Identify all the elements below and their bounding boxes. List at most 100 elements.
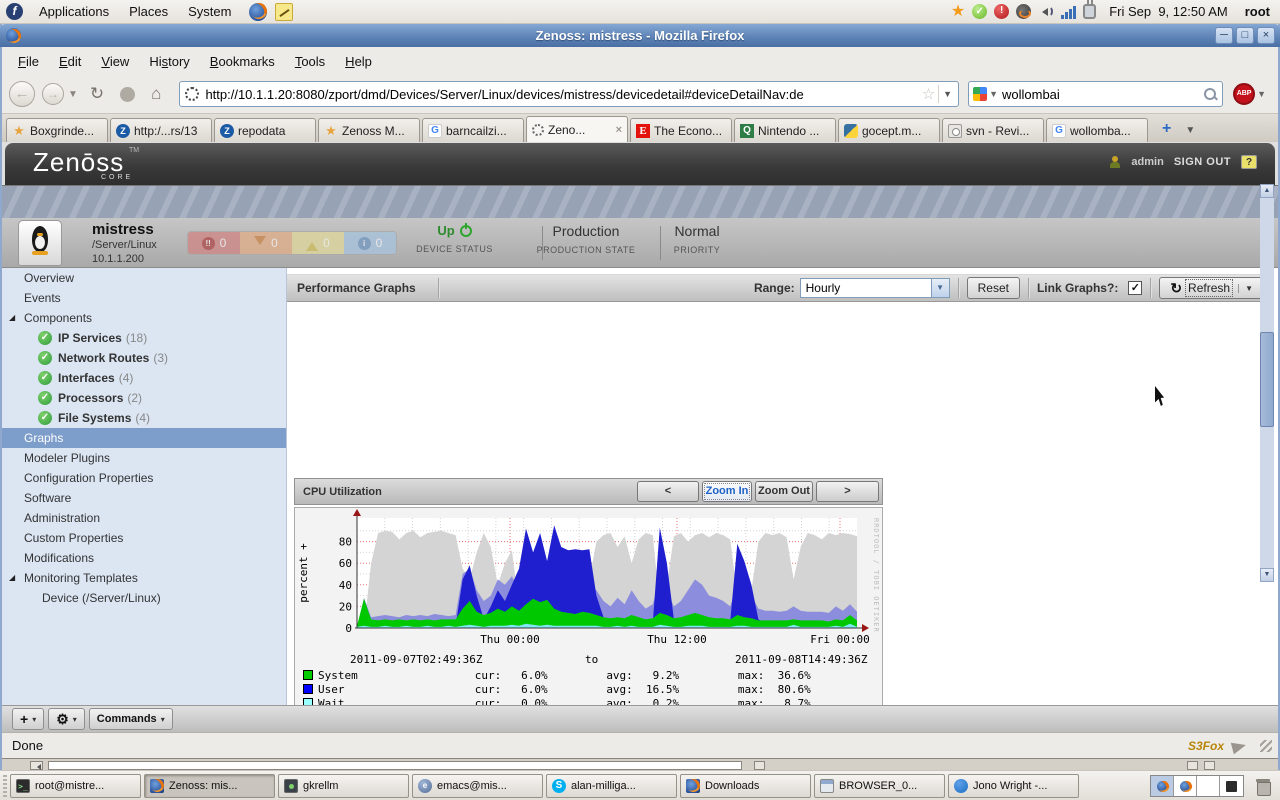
tab-boxgrinde-[interactable]: ★Boxgrinde... — [6, 118, 108, 142]
reset-button[interactable]: Reset — [967, 277, 1020, 299]
taskbar-root-mistre-[interactable]: >_root@mistre... — [10, 774, 141, 798]
s3fox-label[interactable]: S3Fox — [1188, 739, 1224, 753]
sidebar-item-graphs[interactable]: Graphs — [2, 428, 286, 448]
taskbar-jono-wright-[interactable]: Jono Wright -... — [948, 774, 1079, 798]
history-chevron-icon[interactable]: ▼ — [68, 89, 78, 100]
menu-help[interactable]: Help — [335, 50, 382, 73]
workspace-switcher[interactable] — [1150, 775, 1244, 797]
back-button[interactable]: ← — [9, 81, 35, 107]
sidebar-item-device-server-linux-[interactable]: Device (/Server/Linux) — [2, 588, 286, 608]
taskbar-browser-0-[interactable]: BROWSER_0... — [814, 774, 945, 798]
sidebar-item-file-systems[interactable]: ✓File Systems(4) — [2, 408, 286, 428]
tab-zeno-[interactable]: Zeno...× — [526, 116, 628, 142]
event-badge-info[interactable]: i0 — [344, 232, 396, 254]
menu-history[interactable]: History — [139, 50, 199, 73]
sidebar-item-software[interactable]: Software — [2, 488, 286, 508]
tab-repodata[interactable]: Zrepodata — [214, 118, 316, 142]
adblock-control[interactable]: ABP ▼ — [1223, 83, 1278, 105]
tab-close-icon[interactable]: × — [613, 124, 622, 136]
stop-icon[interactable] — [120, 87, 135, 102]
cpu-zoom-in-button[interactable]: Zoom In — [702, 481, 752, 502]
menu-system[interactable]: System — [178, 4, 241, 19]
logged-in-user[interactable]: admin — [1131, 156, 1163, 168]
refresh-button[interactable]: ↻ Refresh ▼ — [1159, 277, 1264, 299]
tab-http-rs-13[interactable]: Zhttp:/...rs/13 — [110, 118, 212, 142]
collapse-triangle-icon[interactable]: ◢ — [9, 308, 15, 328]
sidebar-item-overview[interactable]: Overview — [2, 268, 286, 288]
taskbar-gkrellm[interactable]: gkrellm — [278, 774, 409, 798]
menu-places[interactable]: Places — [119, 4, 178, 19]
menu-view[interactable]: View — [91, 50, 139, 73]
sidebar-item-modeler-plugins[interactable]: Modeler Plugins — [2, 448, 286, 468]
sidebar-item-modifications[interactable]: Modifications — [2, 548, 286, 568]
device-class-path[interactable]: /Server/Linux — [92, 238, 157, 252]
event-badge-critical[interactable]: !!0 — [188, 232, 240, 254]
fedora-menu-icon[interactable]: f — [6, 3, 23, 20]
sidebar-item-components[interactable]: ◢Components — [2, 308, 286, 328]
scrollbar-thumb[interactable] — [1260, 332, 1274, 427]
refresh-dropdown-icon[interactable]: ▼ — [1238, 284, 1253, 293]
maximize-button[interactable]: □ — [1236, 27, 1254, 44]
url-bar[interactable]: http://10.1.1.20:8080/zport/dmd/Devices/… — [179, 81, 959, 107]
gear-button[interactable]: ⚙▾ — [48, 708, 85, 730]
add-button[interactable]: +▾ — [12, 708, 44, 730]
proxy-icon[interactable] — [1016, 4, 1031, 19]
reload-icon[interactable]: ↻ — [90, 84, 104, 104]
window-titlebar[interactable]: Zenoss: mistress - Mozilla Firefox ─ □ × — [0, 24, 1280, 47]
bookmark-star-icon[interactable]: ☆ — [919, 85, 938, 103]
tab-nintendo-[interactable]: QNintendo ... — [734, 118, 836, 142]
menu-tools[interactable]: Tools — [285, 50, 335, 73]
menu-applications[interactable]: Applications — [29, 4, 119, 19]
sidebar-item-ip-services[interactable]: ✓IP Services(18) — [2, 328, 286, 348]
taskbar-emacs-mis-[interactable]: eemacs@mis... — [412, 774, 543, 798]
url-dropdown-icon[interactable]: ▼ — [938, 85, 956, 103]
new-tab-button[interactable]: + — [1150, 120, 1181, 142]
menu-file[interactable]: File — [8, 50, 49, 73]
search-engine-icon[interactable] — [973, 87, 987, 101]
search-bar[interactable]: ▼ wollombai — [968, 81, 1223, 107]
tab-the-econo-[interactable]: EThe Econo... — [630, 118, 732, 142]
url-text[interactable]: http://10.1.1.20:8080/zport/dmd/Devices/… — [205, 87, 918, 102]
home-icon[interactable]: ⌂ — [151, 84, 161, 104]
taskbar-zenoss-mis-[interactable]: Zenoss: mis... — [144, 774, 275, 798]
scroll-up-icon[interactable]: ▲ — [1260, 184, 1274, 198]
text-editor-launcher-icon[interactable] — [275, 3, 293, 21]
content-scrollbar[interactable]: ▲ ▼ — [1260, 184, 1274, 582]
panel-clock[interactable]: Fri Sep 9, 12:50 AM — [1109, 4, 1228, 19]
sidebar-item-processors[interactable]: ✓Processors(2) — [2, 388, 286, 408]
cpu-chart[interactable]: 020406080Thu 00:00Thu 12:00Fri 00:00perc… — [295, 508, 882, 653]
sidebar-item-interfaces[interactable]: ✓Interfaces(4) — [2, 368, 286, 388]
power-icon[interactable] — [1083, 4, 1096, 19]
event-badge-error[interactable]: 0 — [240, 232, 292, 254]
search-engine-chevron-icon[interactable]: ▼ — [987, 89, 1002, 99]
scroll-down-icon[interactable]: ▼ — [1260, 568, 1274, 582]
workspace-2[interactable] — [1174, 776, 1197, 796]
sign-out-link[interactable]: SIGN OUT — [1174, 156, 1231, 168]
commands-button[interactable]: Commands▾ — [89, 708, 173, 730]
network-signal-icon[interactable] — [1061, 5, 1076, 19]
forward-button[interactable]: → — [42, 83, 64, 105]
search-input[interactable]: wollombai — [1002, 87, 1203, 102]
firefox-launcher-icon[interactable] — [249, 3, 267, 21]
cpu---button[interactable]: > — [816, 481, 879, 502]
tab-list-chevron-icon[interactable]: ▼ — [1181, 125, 1203, 142]
range-dropdown-icon[interactable]: ▼ — [931, 279, 949, 297]
tasklist-handle[interactable] — [3, 775, 7, 797]
collapse-triangle-icon[interactable]: ◢ — [9, 568, 15, 588]
workspace-4[interactable] — [1220, 776, 1243, 796]
tab-barncailzi-[interactable]: Gbarncailzi... — [422, 118, 524, 142]
updates-icon[interactable]: ★ — [951, 4, 965, 20]
window-resize-grip[interactable] — [1260, 740, 1272, 752]
tab-zenoss-m-[interactable]: ★Zenoss M... — [318, 118, 420, 142]
alert-icon[interactable]: ! — [994, 4, 1009, 19]
menu-bookmarks[interactable]: Bookmarks — [200, 50, 285, 73]
taskbar-downloads[interactable]: Downloads — [680, 774, 811, 798]
workspace-1[interactable] — [1151, 776, 1174, 796]
tab-gocept-m-[interactable]: gocept.m... — [838, 118, 940, 142]
event-badge-warning[interactable]: 0 — [292, 232, 344, 254]
sidebar-item-network-routes[interactable]: ✓Network Routes(3) — [2, 348, 286, 368]
minimize-button[interactable]: ─ — [1215, 27, 1233, 44]
cpu---button[interactable]: < — [637, 481, 699, 502]
help-button[interactable]: ? — [1241, 155, 1257, 169]
link-graphs-checkbox[interactable]: ✓ — [1128, 281, 1142, 295]
